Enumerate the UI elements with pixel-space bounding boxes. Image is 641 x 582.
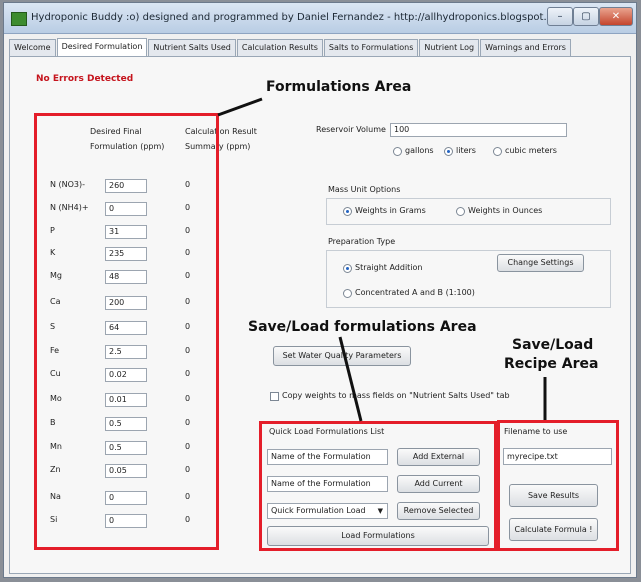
app-window: Hydroponic Buddy :o) designed and progra… xyxy=(3,2,637,578)
formulations-pointer-line xyxy=(217,97,263,117)
annotation-pointer-lines xyxy=(217,97,547,422)
save-load-formulations-pointer-line xyxy=(338,336,363,422)
